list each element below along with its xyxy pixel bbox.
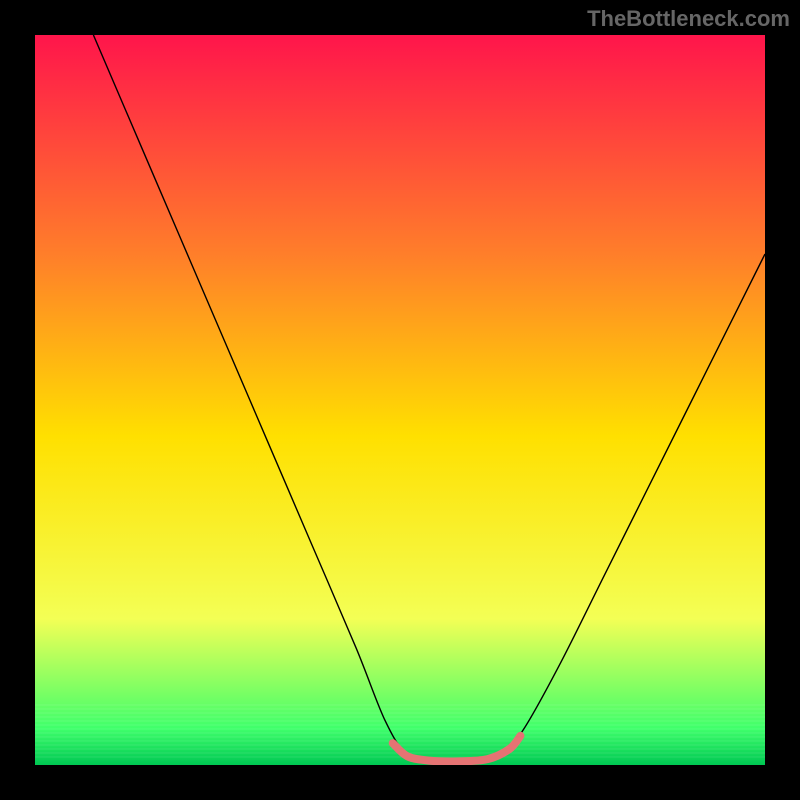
chart-plot-area — [35, 35, 765, 765]
bottleneck-chart — [35, 35, 765, 765]
gradient-background — [35, 35, 765, 765]
watermark-text: TheBottleneck.com — [587, 6, 790, 32]
